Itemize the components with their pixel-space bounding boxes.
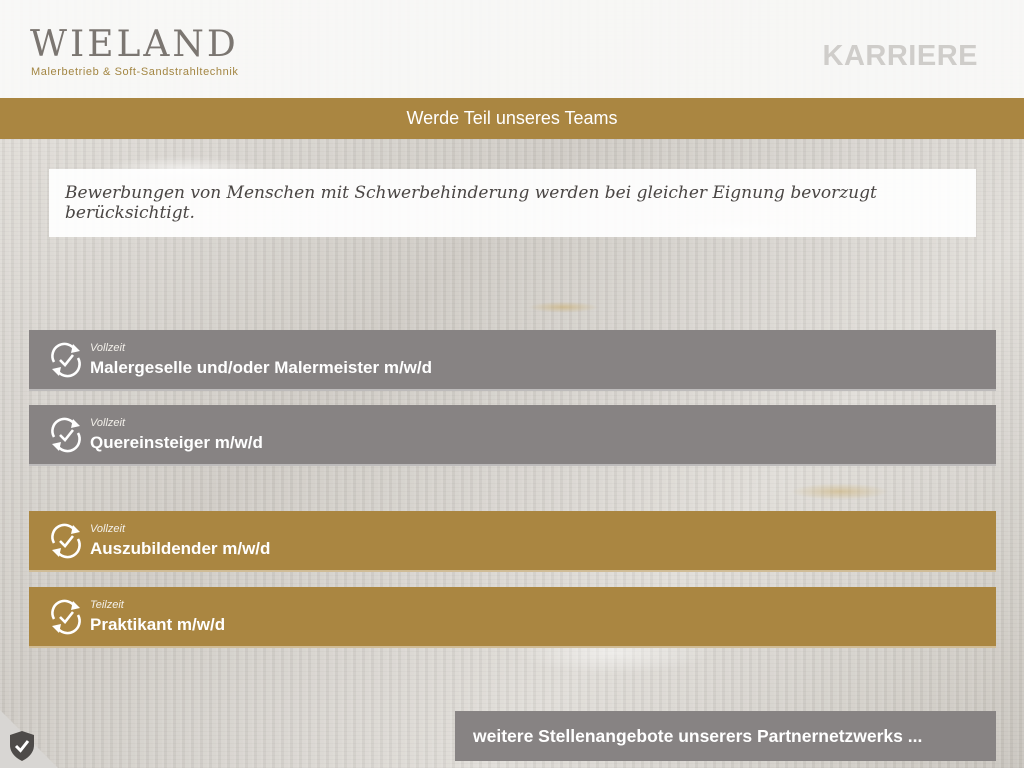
more-offers-button[interactable]: weitere Stellenangebote unserers Partner… (455, 711, 996, 761)
shield-check-icon (10, 731, 34, 761)
job-item-quereinsteiger[interactable]: Vollzeit Quereinsteiger m/w/d (29, 405, 996, 466)
refresh-check-icon (51, 342, 81, 377)
job-title: Auszubildender m/w/d (90, 538, 271, 558)
job-type: Vollzeit (90, 341, 126, 354)
job-text: Vollzeit Quereinsteiger m/w/d (90, 416, 263, 454)
job-text: Vollzeit Auszubildender m/w/d (90, 522, 270, 560)
wieland-logo[interactable]: WIELAND Malerbetrieb & Soft-Sandstrahlte… (30, 24, 239, 79)
job-type: Vollzeit (90, 522, 126, 535)
logo-subtitle: Malerbetrieb & Soft-Sandstrahltechnik (31, 66, 239, 78)
logo-wordmark: WIELAND (30, 24, 239, 65)
job-item-praktikant[interactable]: Teilzeit Praktikant m/w/d (29, 587, 996, 648)
header: WIELAND Malerbetrieb & Soft-Sandstrahlte… (0, 0, 1024, 98)
privacy-settings-badge[interactable] (0, 710, 58, 768)
page-title: Werde Teil unseres Teams (406, 108, 618, 128)
job-title: Quereinsteiger m/w/d (90, 432, 263, 452)
job-title: Malergeselle und/oder Malermeister m/w/d (90, 357, 433, 377)
job-item-auszubildender[interactable]: Vollzeit Auszubildender m/w/d (29, 511, 996, 572)
more-offers-label: weitere Stellenangebote unserers Partner… (473, 725, 923, 746)
refresh-check-icon (51, 599, 81, 634)
notice-text: Bewerbungen von Menschen mit Schwerbehin… (65, 183, 877, 223)
job-title: Praktikant m/w/d (90, 614, 226, 634)
job-item-malergeselle[interactable]: Vollzeit Malergeselle und/oder Malermeis… (29, 330, 996, 391)
section-label: KARRIERE (822, 40, 978, 72)
title-bar: Werde Teil unseres Teams (0, 98, 1024, 139)
job-type: Teilzeit (90, 598, 124, 611)
refresh-check-icon (51, 523, 81, 558)
job-text: Vollzeit Malergeselle und/oder Malermeis… (90, 341, 432, 379)
notice-box: Bewerbungen von Menschen mit Schwerbehin… (49, 169, 976, 237)
refresh-check-icon (51, 417, 81, 452)
job-text: Teilzeit Praktikant m/w/d (90, 598, 225, 636)
job-type: Vollzeit (90, 416, 126, 429)
